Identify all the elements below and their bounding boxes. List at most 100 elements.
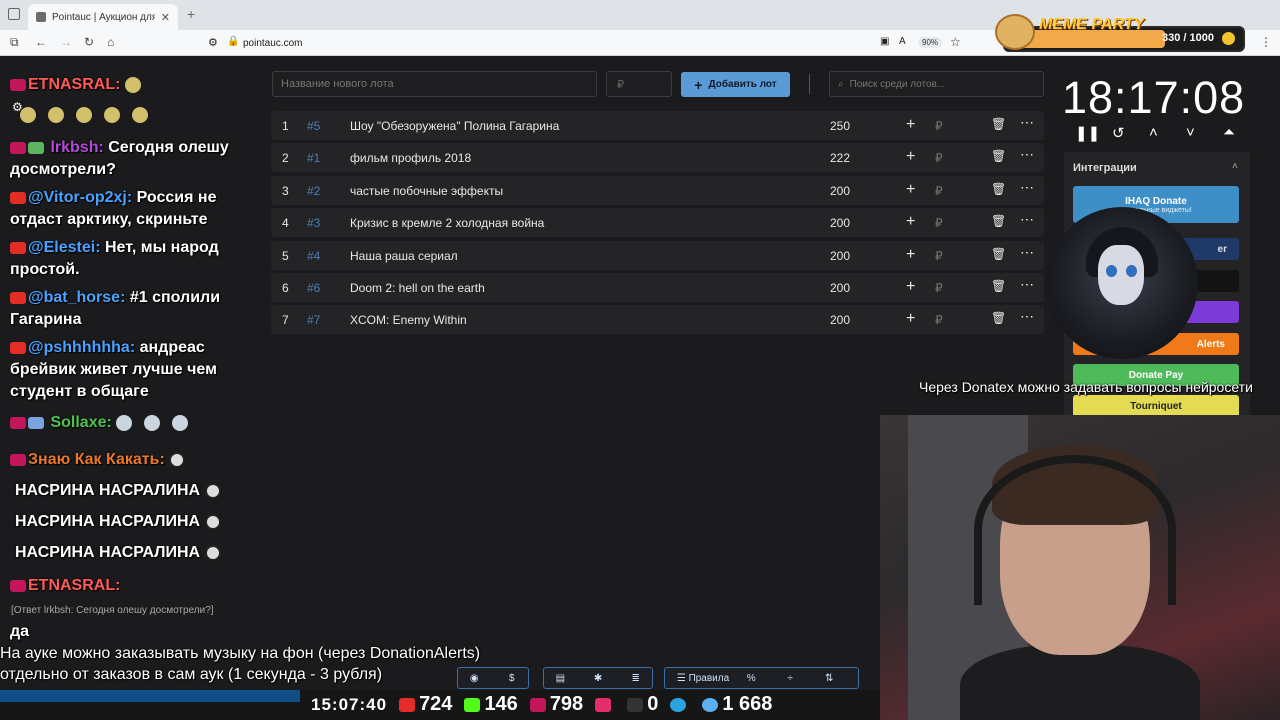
more-icon[interactable]: ⋯ bbox=[1020, 308, 1035, 325]
youtube-icon bbox=[399, 697, 416, 712]
check-badge-icon bbox=[28, 141, 44, 154]
chat-message: НАСРИНА НАСРАЛИНА bbox=[15, 542, 267, 564]
music-caption-line1: На ауке можно заказывать музыку на фон (… bbox=[0, 645, 481, 662]
emote-row bbox=[10, 104, 262, 126]
trash-icon[interactable]: 🗑 bbox=[991, 149, 1006, 163]
tab-actions-icon[interactable] bbox=[8, 8, 20, 20]
forward-icon[interactable]: → bbox=[60, 35, 72, 49]
stream-stats: 15:07:40 724 146 798 0 1 668 bbox=[311, 693, 772, 716]
trash-icon[interactable]: 🗑 bbox=[991, 279, 1006, 293]
more-icon[interactable]: ⋯ bbox=[1020, 244, 1035, 261]
close-tab-icon[interactable]: ✕ bbox=[161, 11, 170, 24]
search-input[interactable]: ⌕ Поиск среди лотов... bbox=[829, 71, 1044, 97]
lot-amount: 200 bbox=[830, 216, 851, 231]
chevron-down-icon[interactable]: ˅ bbox=[1186, 124, 1195, 141]
lot-rub-input[interactable]: ₽ bbox=[935, 281, 943, 295]
new-lot-input[interactable]: Название нового лота bbox=[272, 71, 597, 97]
live-badge-icon bbox=[10, 453, 26, 466]
lot-id: #5 bbox=[307, 119, 321, 133]
rules-button[interactable]: ☰ Правила bbox=[677, 673, 729, 684]
lot-rub-input[interactable]: ₽ bbox=[935, 249, 943, 263]
add-lot-button[interactable]: + Добавить лот bbox=[681, 72, 790, 97]
more-icon[interactable]: ⋯ bbox=[1020, 211, 1035, 228]
emote-icon bbox=[204, 513, 221, 530]
lot-rub-input[interactable]: ₽ bbox=[935, 151, 943, 165]
refresh-icon[interactable]: ↻ bbox=[84, 35, 94, 49]
trash-icon[interactable]: 🗑 bbox=[991, 311, 1006, 325]
zoom-level[interactable]: 90% bbox=[918, 37, 943, 48]
price-input[interactable]: ₽ bbox=[606, 71, 672, 97]
lot-name[interactable]: фильм профиль 2018 bbox=[350, 151, 471, 165]
more-icon[interactable]: ⋯ bbox=[1020, 146, 1035, 163]
trash-icon[interactable]: 🗑 bbox=[991, 117, 1006, 131]
add-amount-icon[interactable]: + bbox=[906, 148, 915, 166]
add-amount-icon[interactable]: + bbox=[906, 213, 915, 231]
translate-icon[interactable]: A bbox=[899, 36, 906, 47]
coin-icon bbox=[1222, 32, 1235, 45]
add-amount-icon[interactable]: + bbox=[906, 310, 915, 328]
new-tab-icon[interactable]: + bbox=[187, 6, 195, 22]
site-info-icon[interactable]: ⚙ bbox=[208, 36, 218, 49]
lot-name[interactable]: XCOM: Enemy Within bbox=[350, 313, 467, 327]
bug-icon[interactable]: ✱ bbox=[582, 673, 615, 684]
chat-user: @Elestei: bbox=[28, 239, 101, 256]
chat-user: ЕТNASRAL: bbox=[28, 76, 121, 93]
percent-icon[interactable]: % bbox=[734, 673, 768, 684]
more-icon[interactable]: ⋯ bbox=[1020, 114, 1035, 131]
user-icon bbox=[702, 697, 719, 712]
trash-icon[interactable]: 🗑 bbox=[991, 247, 1006, 261]
lot-rub-input[interactable]: ₽ bbox=[935, 216, 943, 230]
lot-name[interactable]: Doom 2: hell on the earth bbox=[350, 281, 485, 295]
emote-icon bbox=[104, 106, 120, 123]
lot-name[interactable]: частые побочные эффекты bbox=[350, 184, 503, 198]
add-amount-icon[interactable]: + bbox=[906, 246, 915, 264]
tourniquet-button[interactable]: Tourniquet bbox=[1073, 395, 1239, 417]
favorite-star-icon[interactable]: ☆ bbox=[950, 35, 961, 49]
address-bar[interactable]: ⚙ 🔒 pointauc.com ▣ A 90% ☆ bbox=[200, 33, 975, 53]
menu-icon[interactable]: ⋮ bbox=[1260, 35, 1272, 49]
emote-icon bbox=[204, 482, 221, 499]
lot-name[interactable]: Шоу "Обезоружена" Полина Гагарина bbox=[350, 119, 559, 133]
add-amount-icon[interactable]: + bbox=[906, 116, 915, 134]
home-icon[interactable]: ⌂ bbox=[107, 35, 114, 49]
add-amount-icon[interactable]: + bbox=[906, 278, 915, 296]
chevron-up-icon[interactable]: ˄ bbox=[1149, 124, 1158, 141]
dollar-icon[interactable]: $ bbox=[496, 673, 529, 684]
more-icon[interactable]: ⋯ bbox=[1020, 276, 1035, 293]
dock-group-left: ◉ $ bbox=[457, 667, 529, 689]
youtube-badge-icon bbox=[10, 241, 26, 254]
chat-overlay: ⚙ ЕТNASRAL: lrkbsh: Сегодня олешу досмот… bbox=[0, 56, 265, 656]
kick-stat: 146 bbox=[464, 693, 518, 716]
lot-name[interactable]: Наша раша сериал bbox=[350, 249, 458, 263]
emote-icon bbox=[116, 414, 133, 431]
ihaq-label: IHAQ Donate bbox=[1125, 195, 1187, 207]
more-icon[interactable]: ⋯ bbox=[1020, 179, 1035, 196]
divider bbox=[809, 74, 810, 94]
lot-rub-input[interactable]: ₽ bbox=[935, 184, 943, 198]
pause-icon[interactable]: ❚❚ bbox=[1075, 124, 1100, 142]
github-icon[interactable]: ◉ bbox=[458, 673, 491, 684]
collapse-icon[interactable]: ˄ bbox=[1232, 161, 1238, 172]
chat-message: @Elestei: Нет, мы народ простой. bbox=[10, 237, 262, 281]
browser-tab[interactable]: Pointauc | Аукцион для стримеров ✕ bbox=[28, 4, 178, 30]
back-icon[interactable]: ← bbox=[35, 35, 47, 49]
chat-user: @Vitor-op2xj: bbox=[28, 189, 133, 206]
live-badge-icon bbox=[10, 78, 26, 91]
reader-icon[interactable]: ▣ bbox=[880, 36, 889, 47]
trash-icon[interactable]: 🗑 bbox=[991, 182, 1006, 196]
list-icon[interactable]: ≣ bbox=[619, 673, 652, 684]
sidebar-icon[interactable]: ⧉ bbox=[10, 35, 19, 50]
lot-name[interactable]: Кризис в кремле 2 холодная война bbox=[350, 216, 544, 230]
chat-user: Знаю Как Какать: bbox=[28, 451, 165, 468]
double-chevron-up-icon[interactable]: ⏶ bbox=[1223, 124, 1235, 141]
sort-icon[interactable]: ⇅ bbox=[812, 673, 846, 684]
save-icon[interactable]: ▤ bbox=[544, 673, 577, 684]
add-amount-icon[interactable]: + bbox=[906, 181, 915, 199]
lot-rub-input[interactable]: ₽ bbox=[935, 313, 943, 327]
lot-rub-input[interactable]: ₽ bbox=[935, 119, 943, 133]
split-icon[interactable]: ÷ bbox=[773, 673, 807, 684]
trash-icon[interactable]: 🗑 bbox=[991, 214, 1006, 228]
lot-position: 2 bbox=[282, 151, 289, 166]
reset-icon[interactable]: ↺ bbox=[1112, 124, 1125, 142]
live-badge-icon bbox=[10, 141, 26, 154]
